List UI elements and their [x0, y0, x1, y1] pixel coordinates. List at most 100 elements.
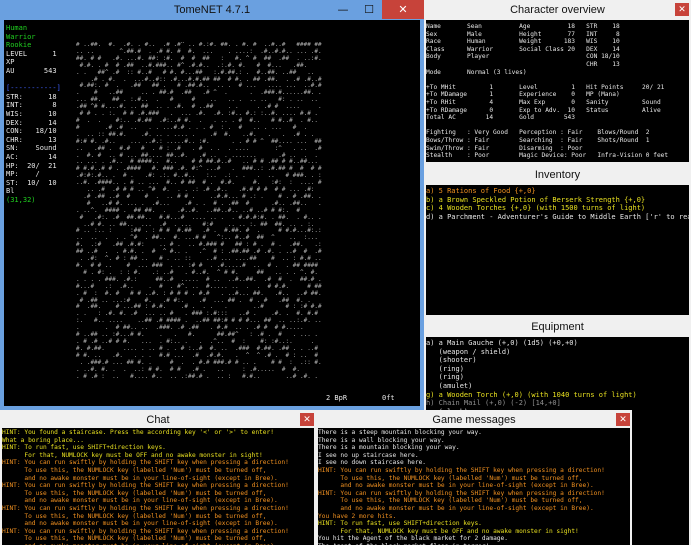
chat-line: To use this, the NUMLOCK key (labelled '… [2, 466, 267, 474]
chat-line: For that, NUMLOCK key must be OFF and no… [2, 451, 263, 459]
status-line: Rookie [6, 41, 32, 50]
status-line: HP: 20/ 21 [6, 161, 57, 170]
equipment-slot: g) a Wooden Torch (+,0) (with 1040 turns… [426, 390, 637, 399]
blows-per-round: 2 BpR [326, 394, 348, 402]
character-line: Swim/Throw : Fair Disarming : Poor [426, 144, 583, 152]
equipment-slot: a) a Main Gauche (+,0) (1d5) (+0,+0) [426, 339, 578, 347]
message-line: There is a steep mountain blocking your … [318, 429, 482, 436]
character-line [426, 122, 689, 130]
inventory-item: a) 5 Rations of Food {+,0} [426, 187, 536, 195]
chat-log[interactable]: HINT: You found a staircase. Press the a… [2, 428, 314, 545]
status-line: Human [6, 24, 28, 32]
equipment-title: Equipment [531, 321, 584, 333]
minimize-button[interactable]: — [330, 0, 356, 19]
character-line: Sex Male Height 77 INT 8 [426, 30, 620, 38]
depth-indicator: 0ft [382, 394, 395, 402]
messages-close-button[interactable]: ✕ [616, 413, 630, 426]
messages-title: Game messages [432, 414, 516, 426]
close-button[interactable]: ✕ [382, 0, 424, 19]
equipment-slot: h) Chain Mail (+,0) (-2) [14,+0] [426, 399, 561, 408]
inventory-list[interactable]: a) 5 Rations of Food {+,0} b) a Brown Spe… [426, 185, 689, 315]
status-line: DEX: 14 [6, 118, 57, 127]
world-map[interactable]: # ..##. #. .#. . #.. .# .#^ .. #.:#. ##.… [76, 42, 416, 382]
inventory-window: Inventory a) 5 Rations of Food {+,0} b) a… [424, 165, 691, 317]
message-line: and no awake monster must be in your lin… [318, 482, 594, 490]
status-line: INT: 8 [6, 101, 57, 110]
message-line: For that, NUMLOCK key must be OFF and no… [318, 527, 579, 535]
status-line: ST: 10/ 10 [6, 178, 57, 187]
chat-line: and no awake monster must be in your lin… [2, 520, 278, 528]
character-title: Character overview [510, 4, 605, 16]
character-close-button[interactable]: ✕ [675, 3, 689, 16]
message-line: There is a wall blocking your way. [318, 436, 445, 444]
character-window: Character overview ✕ Name Sean Age 18 ST… [424, 0, 691, 165]
character-line: Name Sean Age 18 STR 18 [426, 23, 620, 30]
equipment-titlebar[interactable]: Equipment [424, 317, 691, 337]
character-titlebar[interactable]: Character overview ✕ [424, 0, 691, 20]
character-line: Fighting : Very Good Perception : Fair B… [426, 129, 650, 137]
status-line: Bl [6, 187, 15, 196]
character-line: Class Warrior Social Class 20 DEX 14 [426, 45, 620, 53]
message-line: and no awake monster must be in your lin… [318, 504, 594, 512]
chat-line: To use this, the NUMLOCK key (labelled '… [2, 489, 267, 497]
character-line: +To MHit 1 Level 1 Hit Points 20/ 21 [426, 83, 665, 91]
character-sheet: Name Sean Age 18 STR 18 Sex Male Height 7… [426, 20, 689, 162]
chat-title: Chat [146, 414, 170, 426]
chat-line: To use this, the NUMLOCK key (labelled '… [2, 512, 267, 520]
message-line: I see no up staircase here. [318, 451, 419, 459]
character-line: CHR 13 [426, 60, 620, 68]
character-line [426, 76, 689, 84]
messages-titlebar[interactable]: Game messages ✕ [316, 410, 632, 430]
equipment-slot: (weapon / shield) [426, 347, 511, 356]
equipment-slot: (shooter) [426, 356, 477, 365]
message-line: HINT: To run fast, use SHIFT+direction k… [318, 520, 482, 528]
chat-line: and no awake monster must be in your lin… [2, 474, 278, 482]
chat-line: and no awake monster must be in your lin… [2, 497, 278, 505]
inventory-title: Inventory [534, 169, 581, 181]
character-line [426, 160, 689, 162]
status-line: AU 543 [6, 66, 57, 75]
character-line: Total AC 14 Gold 543 [426, 114, 576, 122]
chat-line: HINT: You can run swiftly by holding the… [2, 527, 289, 535]
messages-log[interactable]: There is a steep mountain blocking your … [318, 428, 630, 545]
chat-line: To use this, the NUMLOCK key (labelled '… [2, 535, 267, 543]
chat-line: HINT: You can run swiftly by holding the… [2, 459, 289, 467]
message-line: To use this, the NUMLOCK key (labelled '… [318, 474, 583, 482]
message-line: You hit the Agent of the black market fo… [318, 535, 508, 543]
chat-line: HINT: You can run swiftly by holding the… [2, 504, 289, 512]
character-line: Mode Normal (3 lives) [426, 68, 527, 76]
status-line: Warrior [6, 32, 36, 41]
chat-close-button[interactable]: ✕ [300, 413, 314, 426]
main-titlebar[interactable]: TomeNET 4.7.1 — ☐ ✕ [0, 0, 424, 20]
status-line: LEVEL 1 [6, 49, 57, 58]
chat-window: Chat ✕ HINT: You found a staircase. Pres… [0, 410, 316, 545]
status-line: WIS: 10 [6, 109, 57, 118]
maximize-button[interactable]: ☐ [356, 0, 382, 19]
message-line: To use this, the NUMLOCK key (labelled '… [318, 497, 583, 505]
game-screen[interactable]: Human Warrior Rookie LEVEL 1 XP AU 543 [------… [4, 20, 420, 406]
character-line: +To MDamage 1 Experience 0 MP (Mana) [426, 91, 620, 99]
main-title: TomeNET 4.7.1 [173, 4, 251, 16]
status-line: SN: Sound [6, 144, 57, 153]
chat-line: HINT: You found a staircase. Press the a… [2, 429, 274, 436]
message-line: HINT: You can run swiftly by holding the… [318, 489, 605, 497]
character-line: Race Human Weight 183 WIS 10 [426, 38, 620, 46]
equipment-slot: (amulet) [426, 381, 473, 390]
character-line: Stealth : Poor Magic Device: Poor Infra-… [426, 152, 669, 160]
character-line: Body Player CON 18/10 [426, 53, 620, 61]
main-window: TomeNET 4.7.1 — ☐ ✕ Human Warrior Rookie LE… [0, 0, 424, 410]
status-line: AC: 14 [6, 152, 57, 161]
status-line: MP: / [6, 170, 40, 179]
chat-titlebar[interactable]: Chat ✕ [0, 410, 316, 430]
inventory-item: b) a Brown Speckled Potion of Berserk St… [426, 195, 646, 204]
status-line [6, 76, 74, 85]
inventory-titlebar-label[interactable]: Inventory [424, 165, 691, 185]
message-line: HINT: You can run swiftly by holding the… [318, 466, 605, 474]
chat-line: HINT: You can run swiftly by holding the… [2, 482, 289, 490]
status-line: XP [6, 58, 15, 67]
status-sidebar: Human Warrior Rookie LEVEL 1 XP AU 543 [------… [6, 24, 74, 204]
status-line: [-----------] [6, 84, 61, 93]
status-line: CON: 18/10 [6, 127, 57, 136]
equipment-slot: (ring) [426, 373, 464, 382]
status-line: STR: 18 [6, 92, 57, 101]
